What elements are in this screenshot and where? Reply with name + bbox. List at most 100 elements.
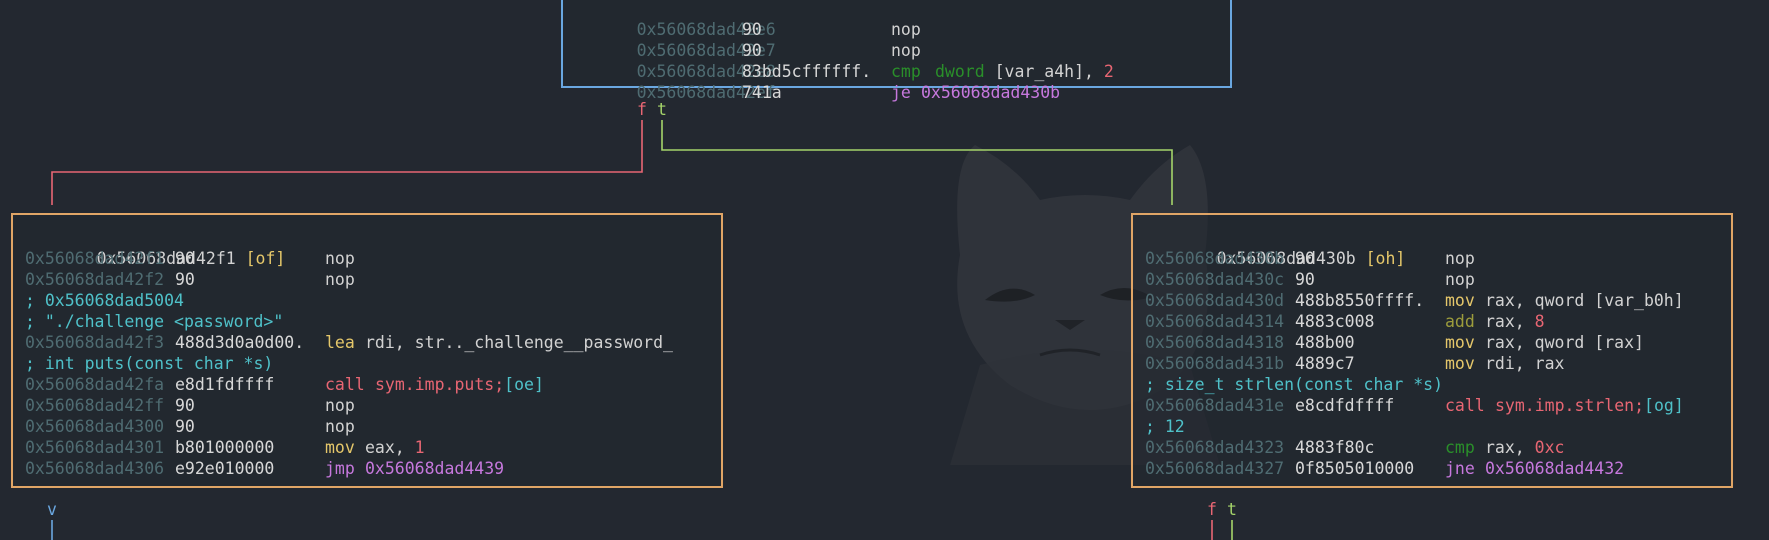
instr-mnemonic: nop bbox=[891, 41, 921, 60]
instr-mnemonic: jmp bbox=[325, 459, 355, 478]
edge-label-true-bottom: t bbox=[1227, 500, 1237, 519]
instr-operand-immediate: 1 bbox=[414, 438, 425, 457]
instr-bytes: e8cdfdffff bbox=[1295, 396, 1395, 415]
instruction-line[interactable]: 0x56068dad4318 488b00 mov rax, qword [rax] bbox=[1145, 332, 1644, 353]
instruction-line[interactable]: 0x56068dad42fa e8d1fdffff call sym.imp.puts… bbox=[25, 374, 544, 395]
instr-operand-immediate: 0xc bbox=[1534, 438, 1565, 457]
graph-view[interactable]: f t v f t 0x56068dad42e6 90 nop 0x56068dad… bbox=[0, 0, 1769, 540]
instr-bytes: 488b8550ffff. bbox=[1295, 291, 1425, 310]
instruction-line[interactable]: 0x56068dad431e e8cdfdffff call sym.imp.strl… bbox=[1145, 395, 1684, 416]
comment-line: ; "./challenge <password>" bbox=[25, 311, 283, 332]
block-title: 0x56068dad430b [oh] bbox=[1157, 227, 1406, 268]
instr-mnemonic: cmp bbox=[891, 62, 921, 81]
instr-mnemonic: call bbox=[325, 375, 365, 394]
instr-bytes: e8d1fdffff bbox=[175, 375, 275, 394]
instr-mnemonic: nop bbox=[891, 20, 921, 39]
instr-bytes: e92e010000 bbox=[175, 459, 275, 478]
instr-mnemonic: cmp bbox=[1445, 438, 1475, 457]
edge-true-to-oh bbox=[661, 120, 1173, 205]
instr-address: 0x56068dad4314 bbox=[1145, 312, 1285, 331]
instr-address: 0x56068dad4318 bbox=[1145, 333, 1285, 352]
instruction-line[interactable]: 0x56068dad4327 0f8505010000 jne 0x56068dad4… bbox=[1145, 458, 1624, 479]
instr-operand-immediate: 8 bbox=[1534, 312, 1545, 331]
instruction-line[interactable]: 0x56068dad431b 4889c7 mov rdi, rax bbox=[1145, 353, 1564, 374]
instruction-line[interactable]: 0x56068dad42e6 90 nop bbox=[577, 0, 921, 39]
instr-bytes: 90 bbox=[1295, 249, 1315, 268]
instr-bytes: 4883f80c bbox=[1295, 438, 1375, 457]
instr-bytes: b801000000 bbox=[175, 438, 275, 457]
instr-mnemonic: nop bbox=[325, 417, 355, 436]
instruction-line[interactable]: 0x56068dad430c 90 nop bbox=[1145, 269, 1475, 290]
instruction-line[interactable]: 0x56068dad430b 90 nop bbox=[1145, 248, 1475, 269]
edge-label-v: v bbox=[47, 500, 57, 519]
instr-jump-target[interactable]: 0x56068dad4432 bbox=[1485, 459, 1624, 478]
instr-operand: rdi, rax bbox=[1485, 354, 1565, 373]
instr-bytes: 488d3d0a0d00. bbox=[175, 333, 305, 352]
instr-jump-target[interactable]: 0x56068dad430b bbox=[921, 82, 1060, 103]
instr-bytes: 741a bbox=[742, 83, 782, 102]
instruction-line[interactable]: 0x56068dad42f3 488d3d0a0d00. lea rdi, str..… bbox=[25, 332, 673, 353]
instruction-line[interactable]: 0x56068dad4306 e92e010000 jmp 0x56068dad443… bbox=[25, 458, 504, 479]
instr-address: 0x56068dad42ff bbox=[25, 396, 165, 415]
instruction-line[interactable]: 0x56068dad42e7 90 nop bbox=[577, 19, 921, 60]
instruction-line[interactable]: 0x56068dad430d 488b8550ffff. mov rax, qword… bbox=[1145, 290, 1684, 311]
edge-label-false-bottom: f bbox=[1207, 500, 1217, 519]
comment-line: ; size_t strlen(const char *s) bbox=[1145, 374, 1443, 395]
block-title-tag: [oh] bbox=[1365, 249, 1406, 268]
instruction-line[interactable]: 0x56068dad4323 4883f80c cmp rax, 0xc bbox=[1145, 437, 1564, 458]
comment-line: ; 0x56068dad5004 bbox=[25, 290, 184, 311]
instr-mnemonic: call bbox=[1445, 396, 1485, 415]
basic-block-oh[interactable]: 0x56068dad430b [oh] 0x56068dad430b 90 nop 0… bbox=[1131, 213, 1733, 488]
instr-bytes: 4889c7 bbox=[1295, 354, 1355, 373]
comment-line: ; int puts(const char *s) bbox=[25, 353, 273, 374]
instruction-line[interactable]: 0x56068dad42ef 741a je 0x56068dad430b bbox=[577, 61, 1060, 102]
xref-shortcut[interactable]: [og] bbox=[1644, 396, 1684, 415]
instr-address: 0x56068dad430d bbox=[1145, 291, 1285, 310]
basic-block-top[interactable]: 0x56068dad42e6 90 nop 0x56068dad42e7 90 nop … bbox=[561, 0, 1232, 102]
instr-address: 0x56068dad42f2 bbox=[25, 270, 165, 289]
instruction-line[interactable]: 0x56068dad42ff 90 nop bbox=[25, 395, 355, 416]
instr-address: 0x56068dad4306 bbox=[25, 459, 165, 478]
instr-mnemonic: nop bbox=[325, 396, 355, 415]
instr-mnemonic: jne bbox=[1445, 459, 1475, 478]
instr-address: 0x56068dad431b bbox=[1145, 354, 1285, 373]
instr-address: 0x56068dad4301 bbox=[25, 438, 165, 457]
instr-mnemonic: nop bbox=[325, 270, 355, 289]
block-title-tag: [of] bbox=[245, 249, 286, 268]
instr-mnemonic: mov bbox=[325, 438, 355, 457]
xref-shortcut[interactable]: [oe] bbox=[504, 375, 544, 394]
instr-address: 0x56068dad431e bbox=[1145, 396, 1285, 415]
block-title: 0x56068dad42f1 [of] bbox=[37, 227, 286, 268]
instr-comment: ; 0x56068dad5004 bbox=[25, 291, 184, 310]
instr-comment: ; 12 bbox=[1145, 417, 1185, 436]
instr-call-target[interactable]: sym.imp.strlen; bbox=[1495, 396, 1644, 415]
edge-false-to-of bbox=[51, 120, 643, 205]
instr-mnemonic: je bbox=[891, 83, 911, 102]
instruction-line[interactable]: 0x56068dad42f1 90 nop bbox=[25, 248, 355, 269]
instr-bytes: 90 bbox=[175, 249, 195, 268]
instruction-line[interactable]: 0x56068dad4314 4883c008 add rax, 8 bbox=[1145, 311, 1545, 332]
instr-mnemonic: mov bbox=[1445, 291, 1475, 310]
instr-address: 0x56068dad430c bbox=[1145, 270, 1285, 289]
instr-address: 0x56068dad430b bbox=[1145, 249, 1285, 268]
instruction-line[interactable]: 0x56068dad42f2 90 nop bbox=[25, 269, 355, 290]
instr-bytes: 488b00 bbox=[1295, 333, 1355, 352]
instr-jump-target[interactable]: 0x56068dad4439 bbox=[365, 459, 504, 478]
instr-mnemonic: mov bbox=[1445, 333, 1475, 352]
instr-address: 0x56068dad4323 bbox=[1145, 438, 1285, 457]
instruction-line[interactable]: 0x56068dad4301 b801000000 mov eax, 1 bbox=[25, 437, 425, 458]
instr-call-target[interactable]: sym.imp.puts; bbox=[375, 375, 504, 394]
instr-operand: rdi, str.._challenge__password_ bbox=[365, 333, 673, 352]
basic-block-of[interactable]: 0x56068dad42f1 [of] 0x56068dad42f1 90 nop 0… bbox=[11, 213, 723, 488]
instr-operand: rax, bbox=[1485, 438, 1535, 457]
instr-operand: rax, bbox=[1485, 312, 1535, 331]
instr-operand: rax, qword [var_b0h] bbox=[1485, 291, 1684, 310]
instruction-line[interactable]: 0x56068dad42e8 83bd5cffffff. cmp dword [var… bbox=[577, 40, 1114, 81]
instr-mnemonic: add bbox=[1445, 312, 1475, 331]
instr-bytes: 0f8505010000 bbox=[1295, 459, 1415, 478]
instr-comment: ; size_t strlen(const char *s) bbox=[1145, 375, 1444, 394]
instr-operand: [var_a4h], bbox=[984, 62, 1104, 81]
instr-address: 0x56068dad42f3 bbox=[25, 333, 165, 352]
instr-bytes: 90 bbox=[175, 270, 195, 289]
instruction-line[interactable]: 0x56068dad4300 90 nop bbox=[25, 416, 355, 437]
